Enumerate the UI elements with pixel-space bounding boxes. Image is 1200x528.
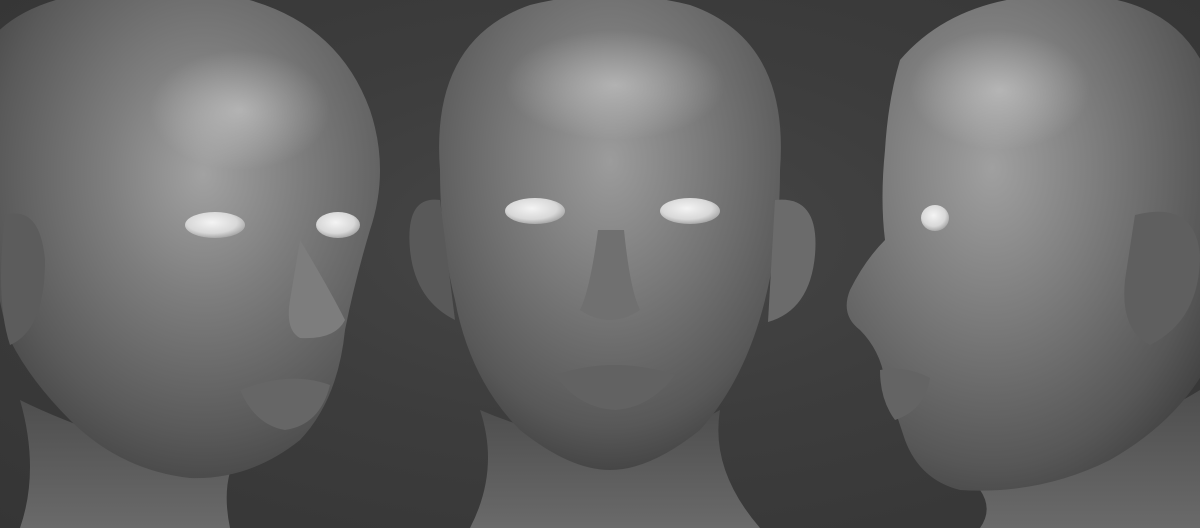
left-eye-right [316, 212, 360, 238]
head-front [409, 0, 816, 528]
head-profile-right [846, 0, 1200, 528]
front-eye-right [660, 198, 720, 224]
head-three-quarter-left [0, 0, 380, 528]
sculpt-render-image [0, 0, 1200, 528]
front-ear-right [768, 199, 816, 322]
right-forehead-highlight [910, 30, 1090, 150]
render-canvas [0, 0, 1200, 528]
left-forehead-highlight [150, 50, 330, 170]
front-forehead-highlight [505, 30, 725, 140]
left-eye-left [185, 212, 245, 238]
front-eye-left [505, 198, 565, 224]
right-eye [921, 205, 949, 231]
